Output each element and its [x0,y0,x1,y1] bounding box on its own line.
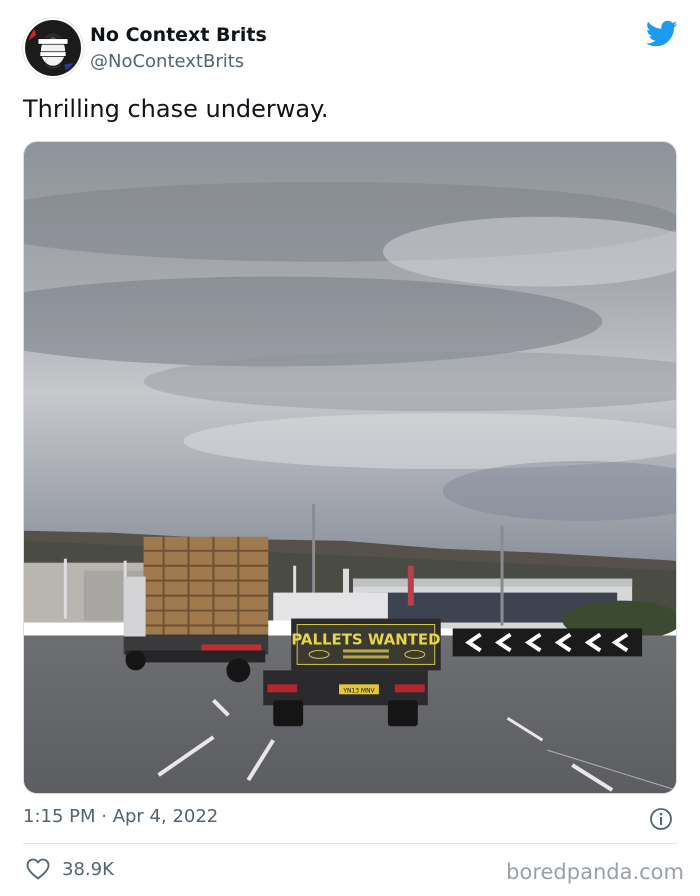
truck-plate: YN13 MNV [342,687,375,694]
photo-scene: PALLETS WANTED YN13 MNV [24,142,676,793]
tweet-card: No Context Brits @NoContextBrits Thrilli… [0,0,700,896]
tweet-text: Thrilling chase underway. [23,95,329,123]
tweet-photo[interactable]: PALLETS WANTED YN13 MNV [23,141,677,794]
like-count: 38.9K [62,858,114,880]
display-name[interactable]: No Context Brits [90,24,267,46]
twitter-bird-icon[interactable] [646,20,678,48]
info-icon[interactable] [649,807,673,831]
tweet-timestamp[interactable]: 1:15 PM · Apr 4, 2022 [23,806,218,827]
watermark: boredpanda.com [506,860,684,884]
heart-icon [26,858,50,880]
avatar-portrait-icon [25,20,81,76]
truck-sign-title: PALLETS WANTED [291,630,440,648]
avatar[interactable] [23,18,83,78]
divider [23,843,677,844]
user-handle[interactable]: @NoContextBrits [90,51,244,72]
like-button[interactable]: 38.9K [26,858,114,880]
